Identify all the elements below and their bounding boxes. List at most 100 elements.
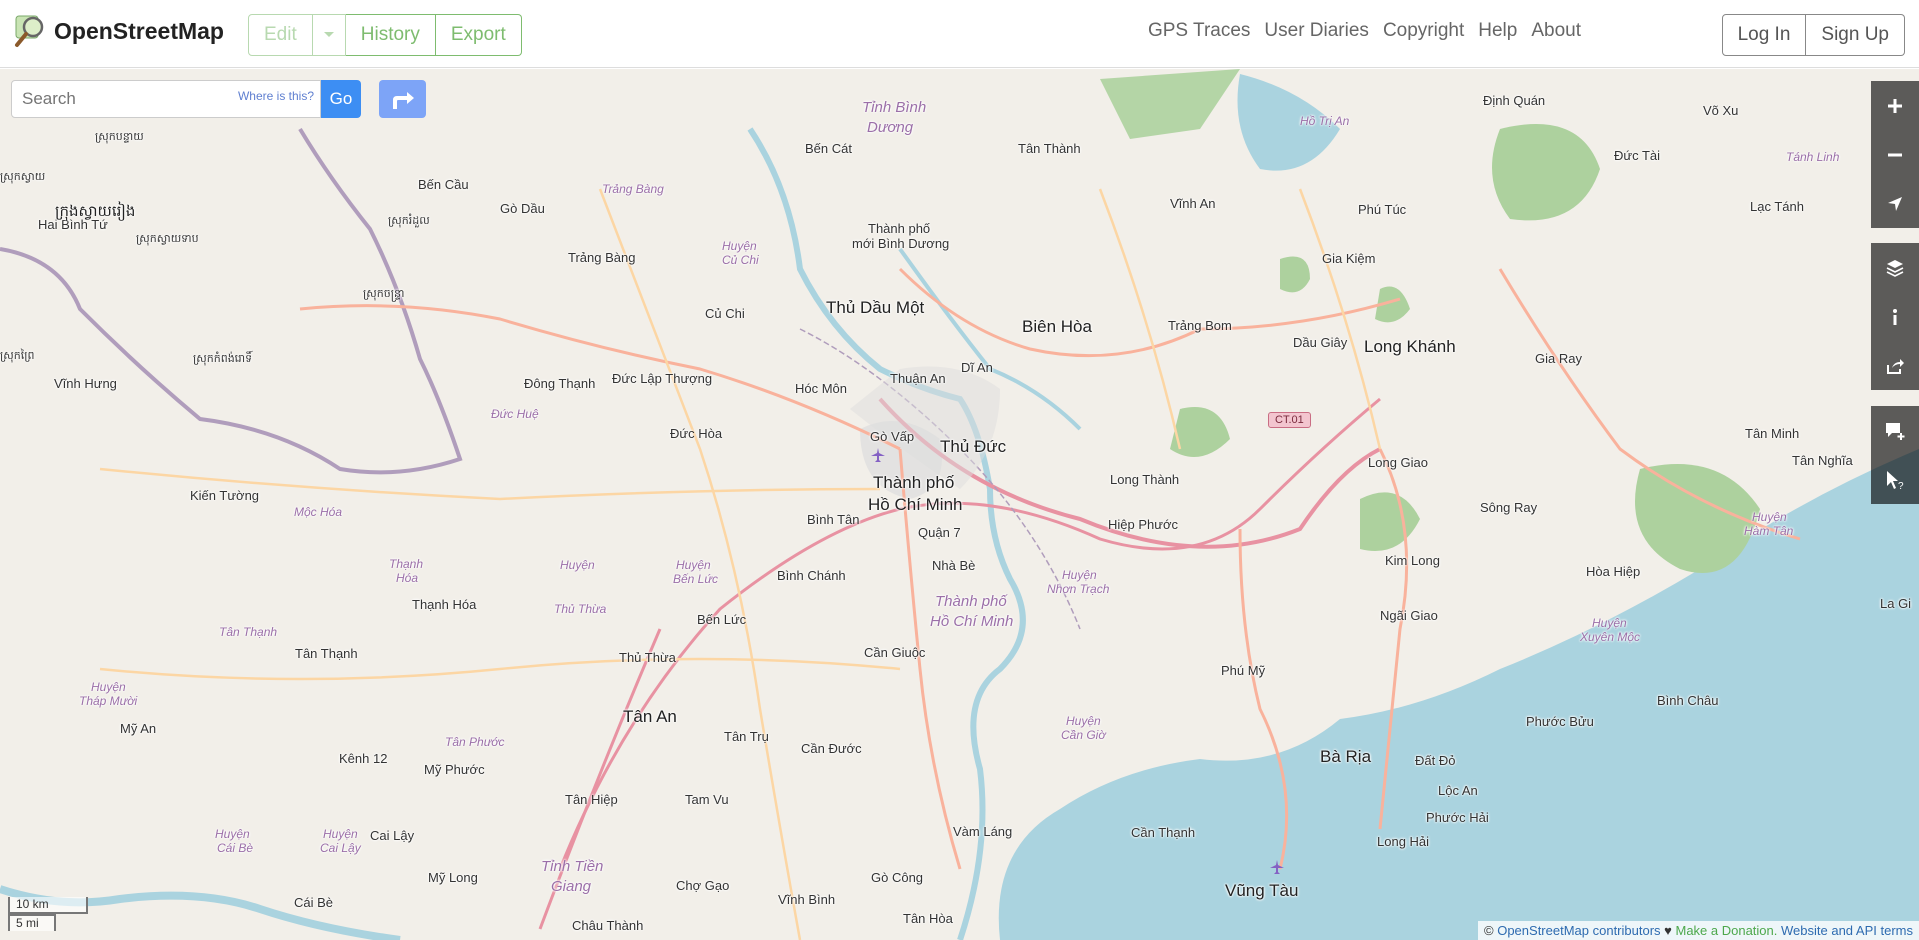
place-label: ស្រុកកំពង់រោទិ៍ [193,353,253,365]
secondary-nav: GPS Traces User Diaries Copyright Help A… [1148,20,1581,42]
edit-history-export-group: Edit History Export [248,14,522,56]
contributors-link[interactable]: OpenStreetMap contributors [1497,923,1660,938]
edit-dropdown-toggle[interactable] [312,14,346,56]
place-label: La Gi [1880,596,1912,611]
place-label: Lộc An [1438,783,1478,798]
login-button[interactable]: Log In [1721,14,1807,56]
place-label: mới Bình Dương [852,236,950,251]
area-label: Tỉnh Tiền [541,858,604,875]
place-label: Hồ Chí Minh [868,495,963,514]
signup-button[interactable]: Sign Up [1806,14,1905,56]
place-label: ស្រុកបន្ទាយ [95,131,144,143]
place-label: Vĩnh An [1170,196,1216,211]
osm-magnifier-icon [15,15,44,47]
area-label: Tân Thạnh [219,625,278,639]
area-label: Hóa [396,571,419,585]
place-label: Hiệp Phước [1108,517,1178,532]
query-features-button[interactable]: ? [1871,455,1919,504]
place-label: Cai Lậy [370,828,415,843]
area-label: Tánh Linh [1786,150,1840,164]
place-label: Đức Hòa [670,426,723,441]
area-label: Cai Lậy [320,841,361,855]
place-label: ស្រុកស្វាយទាប [136,233,199,245]
place-label: ស្រុករំដួល [388,215,430,227]
place-label: Dĩ An [961,360,993,375]
layers-button[interactable] [1871,243,1919,292]
area-label: Huyện [676,558,711,572]
place-label: Bình Tân [807,512,860,527]
directions-button[interactable] [379,80,426,118]
place-label: Thủ Dầu Một [826,298,925,317]
zoom-in-button[interactable] [1871,81,1919,130]
terms-link[interactable]: Website and API terms [1777,923,1913,938]
place-label: Tân An [623,707,677,726]
area-label: Tỉnh Bình [862,99,927,116]
map-canvas[interactable]: Thành phố Hồ Chí Minh Thủ Đức Biên Hòa T… [0,69,1919,940]
area-label: Huyện [1066,714,1101,728]
top-header: OpenStreetMap Edit History Export GPS Tr… [0,0,1919,68]
place-label: Vàm Láng [953,824,1013,839]
area-label: Củ Chi [722,253,759,267]
share-icon [1887,358,1904,374]
nav-copyright[interactable]: Copyright [1383,20,1464,42]
place-label: Thành phố [873,473,955,492]
place-label: Dầu Giây [1293,335,1348,350]
nav-about[interactable]: About [1531,20,1581,42]
area-label: Trảng Bàng [602,182,664,196]
area-label: Thành phố [935,593,1007,610]
area-label: Hàm Tân [1744,524,1794,538]
place-label: Gò Công [871,870,924,885]
info-icon [1893,308,1897,325]
add-note-button[interactable] [1871,406,1919,455]
road-shield: CT.01 [1268,412,1311,428]
search-input[interactable] [22,89,222,109]
scale-metric: 10 km [8,897,88,914]
area-label: Cái Bè [217,841,254,855]
history-button[interactable]: History [345,14,436,56]
place-label: Đức Lập Thượng [612,371,713,386]
area-label: Huyện [722,239,757,253]
share-button[interactable] [1871,341,1919,390]
place-label: Đất Đỏ [1415,753,1456,768]
show-my-location-button[interactable] [1871,179,1919,228]
place-label: Cần Đước [801,741,862,756]
minus-icon [1888,153,1902,156]
area-label: Huyện [1062,568,1097,582]
place-label: Kim Long [1385,553,1440,568]
map-key-button[interactable] [1871,292,1919,341]
place-label: Chợ Gạo [676,878,730,893]
airport-icon [1270,860,1284,874]
nav-user-diaries[interactable]: User Diaries [1264,20,1369,42]
edit-button[interactable]: Edit [248,14,313,56]
where-is-this-link[interactable]: Where is this? [238,89,314,103]
zoom-out-button[interactable] [1871,130,1919,179]
attribution-bar: © OpenStreetMap contributors ♥ Make a Do… [1478,921,1919,940]
place-label: Tân Thành [1018,141,1081,156]
place-label: Ngãi Giao [1380,608,1438,623]
area-label: Bến Lức [673,572,718,586]
place-label: Long Thành [1110,472,1180,487]
place-label: Cần Thạnh [1131,825,1196,840]
place-label: Hòa Hiệp [1586,564,1641,579]
place-label: Mỹ Phước [424,762,485,777]
go-button[interactable]: Go [321,80,361,118]
place-label: Cái Bè [294,895,334,910]
area-label: Hồ Chí Minh [930,613,1014,630]
place-label: Đức Tài [1614,148,1661,163]
place-label: Bến Lức [697,612,747,627]
place-label: Bình Châu [1657,693,1719,708]
svg-text:?: ? [1898,481,1904,491]
export-button[interactable]: Export [435,14,522,56]
site-logo[interactable]: OpenStreetMap [14,14,224,48]
attribution-heart: ♥ [1660,923,1676,938]
place-label: Thành phố [868,221,931,236]
place-label: Bến Cầu [418,177,469,192]
place-label: Tân Trụ [724,729,769,744]
place-label: ស្រុកស្វាយ [0,171,46,183]
airport-icon [871,448,885,462]
nav-gps-traces[interactable]: GPS Traces [1148,20,1250,42]
nav-help[interactable]: Help [1478,20,1517,42]
donate-link[interactable]: Make a Donation. [1675,923,1777,938]
area-label: Hồ Trị An [1300,114,1350,128]
area-label: Thạnh [389,557,424,571]
